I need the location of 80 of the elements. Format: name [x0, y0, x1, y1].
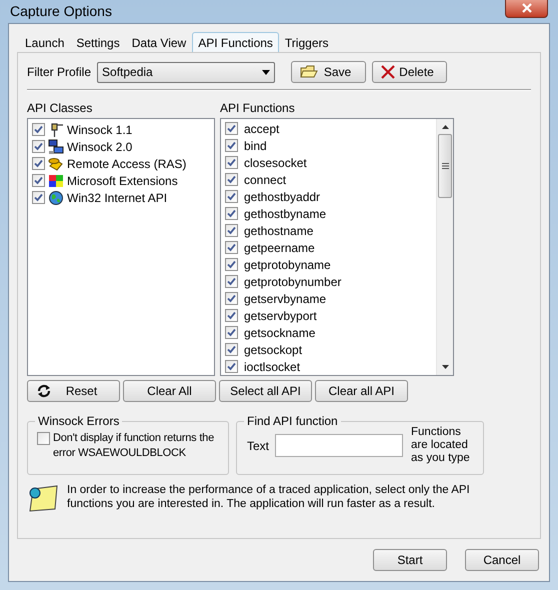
close-icon — [522, 2, 532, 12]
info-text: In order to increase the performance of a traced application, select only the API functions you are interested in. The application will run faster as a result. — [67, 483, 471, 511]
window-title: Capture Options — [10, 2, 112, 21]
scrollbar[interactable] — [436, 119, 453, 375]
checkbox[interactable] — [32, 157, 45, 170]
filter-profile-label: Filter Profile — [27, 64, 92, 81]
checkbox[interactable] — [225, 326, 238, 339]
tab[interactable]: API Functions — [192, 32, 279, 52]
save-button[interactable]: Save — [291, 61, 366, 83]
list-item[interactable]: Remote Access (RAS) — [32, 155, 210, 172]
checkbox[interactable] — [225, 309, 238, 322]
scroll-up-icon — [442, 125, 448, 129]
list-item[interactable]: getservbyname — [225, 290, 432, 307]
checkbox[interactable] — [225, 207, 238, 220]
list-item[interactable]: getprotobyname — [225, 256, 432, 273]
list-item[interactable]: accept — [225, 120, 432, 137]
checkbox[interactable] — [225, 190, 238, 203]
api-classes-label: API Classes — [27, 101, 94, 117]
list-item[interactable]: gethostbyname — [225, 205, 432, 222]
checkbox[interactable] — [32, 140, 45, 153]
checkbox[interactable] — [225, 224, 238, 237]
list-item[interactable]: Win32 Internet API — [32, 189, 210, 206]
tab[interactable]: Triggers — [278, 34, 334, 52]
checkbox[interactable] — [225, 122, 238, 135]
group-title: Winsock Errors — [38, 414, 120, 428]
text-label: Text — [247, 438, 267, 454]
list-item[interactable]: gethostname — [225, 222, 432, 239]
checkbox[interactable] — [225, 156, 238, 169]
list-item[interactable]: closesocket — [225, 154, 432, 171]
globe-icon — [48, 190, 64, 206]
list-action-button[interactable]: Reset — [27, 380, 120, 402]
checkbox[interactable] — [225, 343, 238, 356]
checkbox[interactable] — [225, 360, 238, 373]
list-item[interactable]: getsockopt — [225, 341, 432, 358]
list-item[interactable]: getpeername — [225, 239, 432, 256]
list-item[interactable]: ioctlsocket — [225, 358, 432, 375]
tab[interactable]: Launch — [19, 34, 70, 52]
scroll-thumb[interactable] — [438, 134, 452, 198]
checkbox[interactable] — [32, 174, 45, 187]
checkbox[interactable] — [32, 123, 45, 136]
computers-icon — [48, 138, 64, 154]
dropdown-arrow-icon — [262, 70, 270, 74]
filter-profile-dropdown[interactable]: Softpedia — [97, 62, 276, 82]
scroll-down-icon — [442, 365, 448, 369]
checkbox[interactable] — [225, 139, 238, 152]
list-item[interactable]: getprotobynumber — [225, 273, 432, 290]
option-label: Don't display if function returns the error WSAEWOULDBLOCK — [53, 431, 216, 461]
grip-icon — [442, 163, 448, 169]
list-action-button[interactable]: Clear all API — [315, 380, 408, 402]
close-button[interactable] — [505, 0, 548, 18]
checkbox[interactable] — [32, 191, 45, 204]
list-item[interactable]: connect — [225, 171, 432, 188]
start-button[interactable]: Start — [373, 549, 447, 571]
checkbox[interactable] — [225, 292, 238, 305]
list-action-button[interactable]: Select all API — [219, 380, 312, 402]
list-item[interactable]: Winsock 2.0 — [32, 138, 210, 155]
delete-button[interactable]: Delete — [372, 61, 448, 83]
refresh-icon — [36, 384, 52, 398]
list-item[interactable]: getservbyport — [225, 307, 432, 324]
hint-text: Functions are located as you type — [411, 426, 471, 465]
cancel-button[interactable]: Cancel — [465, 549, 539, 571]
checkbox[interactable] — [225, 173, 238, 186]
group-title: Find API function — [247, 414, 338, 428]
checkbox[interactable] — [37, 432, 50, 445]
checkbox[interactable] — [225, 275, 238, 288]
list-action-button[interactable]: Clear All — [123, 380, 216, 402]
tab[interactable]: Settings — [70, 34, 126, 52]
list-item[interactable]: Winsock 1.1 — [32, 121, 210, 138]
flag-icon — [48, 172, 64, 188]
folder-icon — [300, 65, 318, 79]
api-functions-label: API Functions — [220, 101, 296, 117]
search-field[interactable] — [275, 434, 403, 457]
list-item[interactable]: bind — [225, 137, 432, 154]
tab[interactable]: Data View — [126, 34, 192, 52]
list-item[interactable]: Microsoft Extensions — [32, 172, 210, 189]
list-item[interactable]: gethostbyaddr — [225, 188, 432, 205]
checkbox[interactable] — [225, 258, 238, 271]
checkbox[interactable] — [225, 241, 238, 254]
delete-x-icon — [381, 65, 396, 79]
list-item[interactable]: getsockname — [225, 324, 432, 341]
